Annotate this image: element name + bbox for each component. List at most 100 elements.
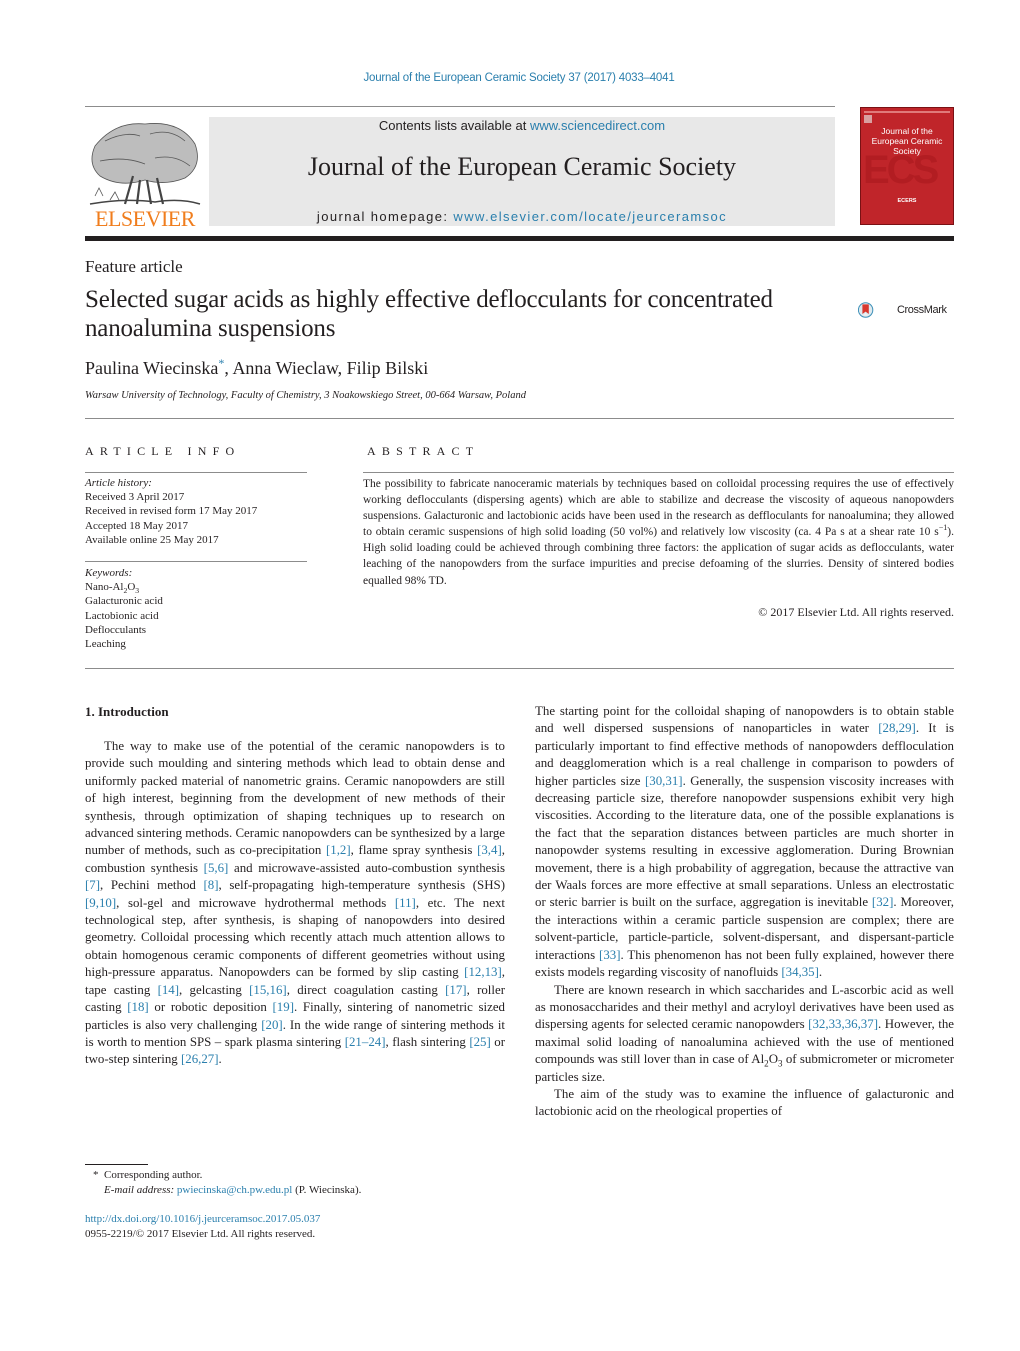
journal-citation-link[interactable]: Journal of the European Ceramic Society … <box>0 72 1020 84</box>
keywords-divider <box>85 561 307 562</box>
homepage-line: journal homepage: www.elsevier.com/locat… <box>209 209 835 224</box>
body-paragraph: There are known research in which saccha… <box>535 982 954 1086</box>
text-run: . Generally, the suspension viscosity in… <box>535 773 954 910</box>
keyword-item: Nano-Al2O3 <box>85 580 163 595</box>
author-link[interactable]: Filip Bilski <box>347 358 429 378</box>
abstract-copyright: © 2017 Elsevier Ltd. All rights reserved… <box>758 605 954 619</box>
keywords-label: Keywords: <box>85 567 133 579</box>
abstract-heading: ABSTRACT <box>367 444 480 458</box>
citation-link[interactable]: [20] <box>261 1018 282 1032</box>
doi-block: http://dx.doi.org/10.1016/j.jeurceramsoc… <box>85 1212 320 1242</box>
article-info-divider <box>85 472 307 473</box>
citation-link[interactable]: [32,33,36,37] <box>808 1017 878 1031</box>
journal-homepage-link[interactable]: www.elsevier.com/locate/jeurceramsoc <box>453 209 727 224</box>
citation-link[interactable]: [1,2] <box>326 843 351 857</box>
section-heading-introduction: 1. Introduction <box>85 704 169 719</box>
cover-top-bar <box>864 111 950 113</box>
citation-link[interactable]: [17] <box>445 983 466 997</box>
author-separator: , <box>337 358 347 378</box>
citation-link[interactable]: [5,6] <box>204 861 229 875</box>
citation-link[interactable]: [32] <box>872 895 893 909</box>
history-label: Article history: <box>85 477 152 489</box>
affiliation-divider <box>85 418 954 419</box>
citation-link[interactable]: [8] <box>203 878 218 892</box>
cover-title-line1: Journal of the <box>881 126 933 136</box>
author-list: Paulina Wiecinska*, Anna Wieclaw, Filip … <box>85 356 428 379</box>
crossmark-icon[interactable] <box>858 290 898 330</box>
article-type: Feature article <box>85 257 183 276</box>
citation-link[interactable]: [28,29] <box>878 721 916 735</box>
keyword-item: Galacturonic acid <box>85 595 163 608</box>
text-run: , flash sintering <box>385 1034 470 1049</box>
text-run: The way to make use of the potential of … <box>85 739 505 858</box>
history-item: Received in revised form 17 May 2017 <box>85 505 258 518</box>
cover-letters: ECS <box>863 148 939 192</box>
journal-cover-image[interactable]: Journal of the European Ceramic Society … <box>860 107 954 225</box>
email-footnote: E-mail address: pwiecinska@ch.pw.edu.pl … <box>93 1183 361 1198</box>
body-paragraph: The starting point for the colloidal sha… <box>535 703 954 982</box>
citation-link[interactable]: [19] <box>273 1000 294 1014</box>
email-label: E-mail address: <box>104 1184 175 1196</box>
text-run: . <box>818 965 823 980</box>
citation-link[interactable]: [9,10] <box>85 896 116 910</box>
text-run: , sol-gel and microwave hydrothermal met… <box>116 895 395 910</box>
footnote-marker: * <box>93 1169 99 1181</box>
journal-name: Journal of the European Ceramic Society <box>307 152 737 181</box>
article-title: Selected sugar acids as highly effective… <box>85 286 773 342</box>
text-run: The aim of the study was to examine the … <box>535 1086 954 1119</box>
text-run: , self-propagating high-temperature synt… <box>218 878 505 893</box>
citation-link[interactable]: [30,31] <box>645 774 683 788</box>
text-run: or robotic deposition <box>148 1000 273 1015</box>
top-divider <box>85 106 835 107</box>
footnotes: * Corresponding author. E-mail address: … <box>93 1168 361 1198</box>
citation-link[interactable]: [33] <box>599 948 620 962</box>
article-info-heading: ARTICLE INFO <box>85 444 241 458</box>
keyword-item: Deflocculants <box>85 623 147 636</box>
body-paragraph: The way to make use of the potential of … <box>85 738 505 1069</box>
history-item: Available online 25 May 2017 <box>85 533 219 546</box>
citation-link[interactable]: [18] <box>127 1000 148 1014</box>
citation-link[interactable]: [7] <box>85 878 100 892</box>
footnote-divider <box>85 1164 148 1165</box>
history-item: Accepted 18 May 2017 <box>85 519 188 532</box>
abstract-text-part: The possibility to fabricate nanoceramic… <box>363 478 954 539</box>
abstract-divider <box>363 472 954 473</box>
citation-link[interactable]: [21–24] <box>345 1035 386 1049</box>
corresponding-footnote: * Corresponding author. <box>93 1168 361 1183</box>
author-link[interactable]: Anna Wieclaw <box>232 358 337 378</box>
cover-society: ECERS <box>897 198 917 204</box>
header-thick-divider <box>85 236 954 241</box>
text-run: , Pechini method <box>100 878 204 893</box>
citation-link[interactable]: [12,13] <box>464 965 502 979</box>
issn-line: 0955-2219/© 2017 Elsevier Ltd. All right… <box>85 1228 316 1240</box>
homepage-prefix: journal homepage: <box>316 209 454 224</box>
abstract-superscript: −1 <box>938 523 948 533</box>
text-run: , direct coagulation casting <box>286 982 446 997</box>
abstract-text: The possibility to fabricate nanoceramic… <box>363 476 954 589</box>
citation-link[interactable]: [3,4] <box>477 843 502 857</box>
citation-link[interactable]: [14] <box>158 983 179 997</box>
crossmark-label[interactable]: CrossMark <box>897 304 947 316</box>
doi-link[interactable]: http://dx.doi.org/10.1016/j.jeurceramsoc… <box>85 1213 320 1225</box>
citation-link[interactable]: [25] <box>469 1035 490 1049</box>
author-email-link[interactable]: pwiecinska@ch.pw.edu.pl <box>177 1184 292 1196</box>
author-link[interactable]: Paulina Wiecinska <box>85 358 218 378</box>
body-paragraph: The aim of the study was to examine the … <box>535 1086 954 1121</box>
citation-link[interactable]: [11] <box>395 896 416 910</box>
article-history: Article history: Received 3 April 2017 R… <box>85 476 257 547</box>
text-run: , gelcasting <box>179 982 250 997</box>
sciencedirect-link[interactable]: www.sciencedirect.com <box>530 118 665 133</box>
contents-line: Contents lists available at www.scienced… <box>209 118 835 133</box>
cover-elsevier-logo-icon <box>864 115 872 123</box>
citation-link[interactable]: [34,35] <box>781 965 819 979</box>
keywords: Keywords: Nano-Al2O3 Galacturonic acid L… <box>85 566 163 651</box>
citation-link[interactable]: [15,16] <box>249 983 287 997</box>
corresponding-note: Corresponding author. <box>104 1169 203 1181</box>
citation-link[interactable]: [26,27] <box>181 1052 219 1066</box>
keyword-item: Leaching <box>85 638 126 651</box>
text-run: , flame spray synthesis <box>350 843 478 858</box>
abstract-bottom-divider <box>85 668 954 669</box>
text-run: . <box>218 1052 222 1067</box>
history-item: Received 3 April 2017 <box>85 491 185 504</box>
affiliation: Warsaw University of Technology, Faculty… <box>85 390 526 401</box>
